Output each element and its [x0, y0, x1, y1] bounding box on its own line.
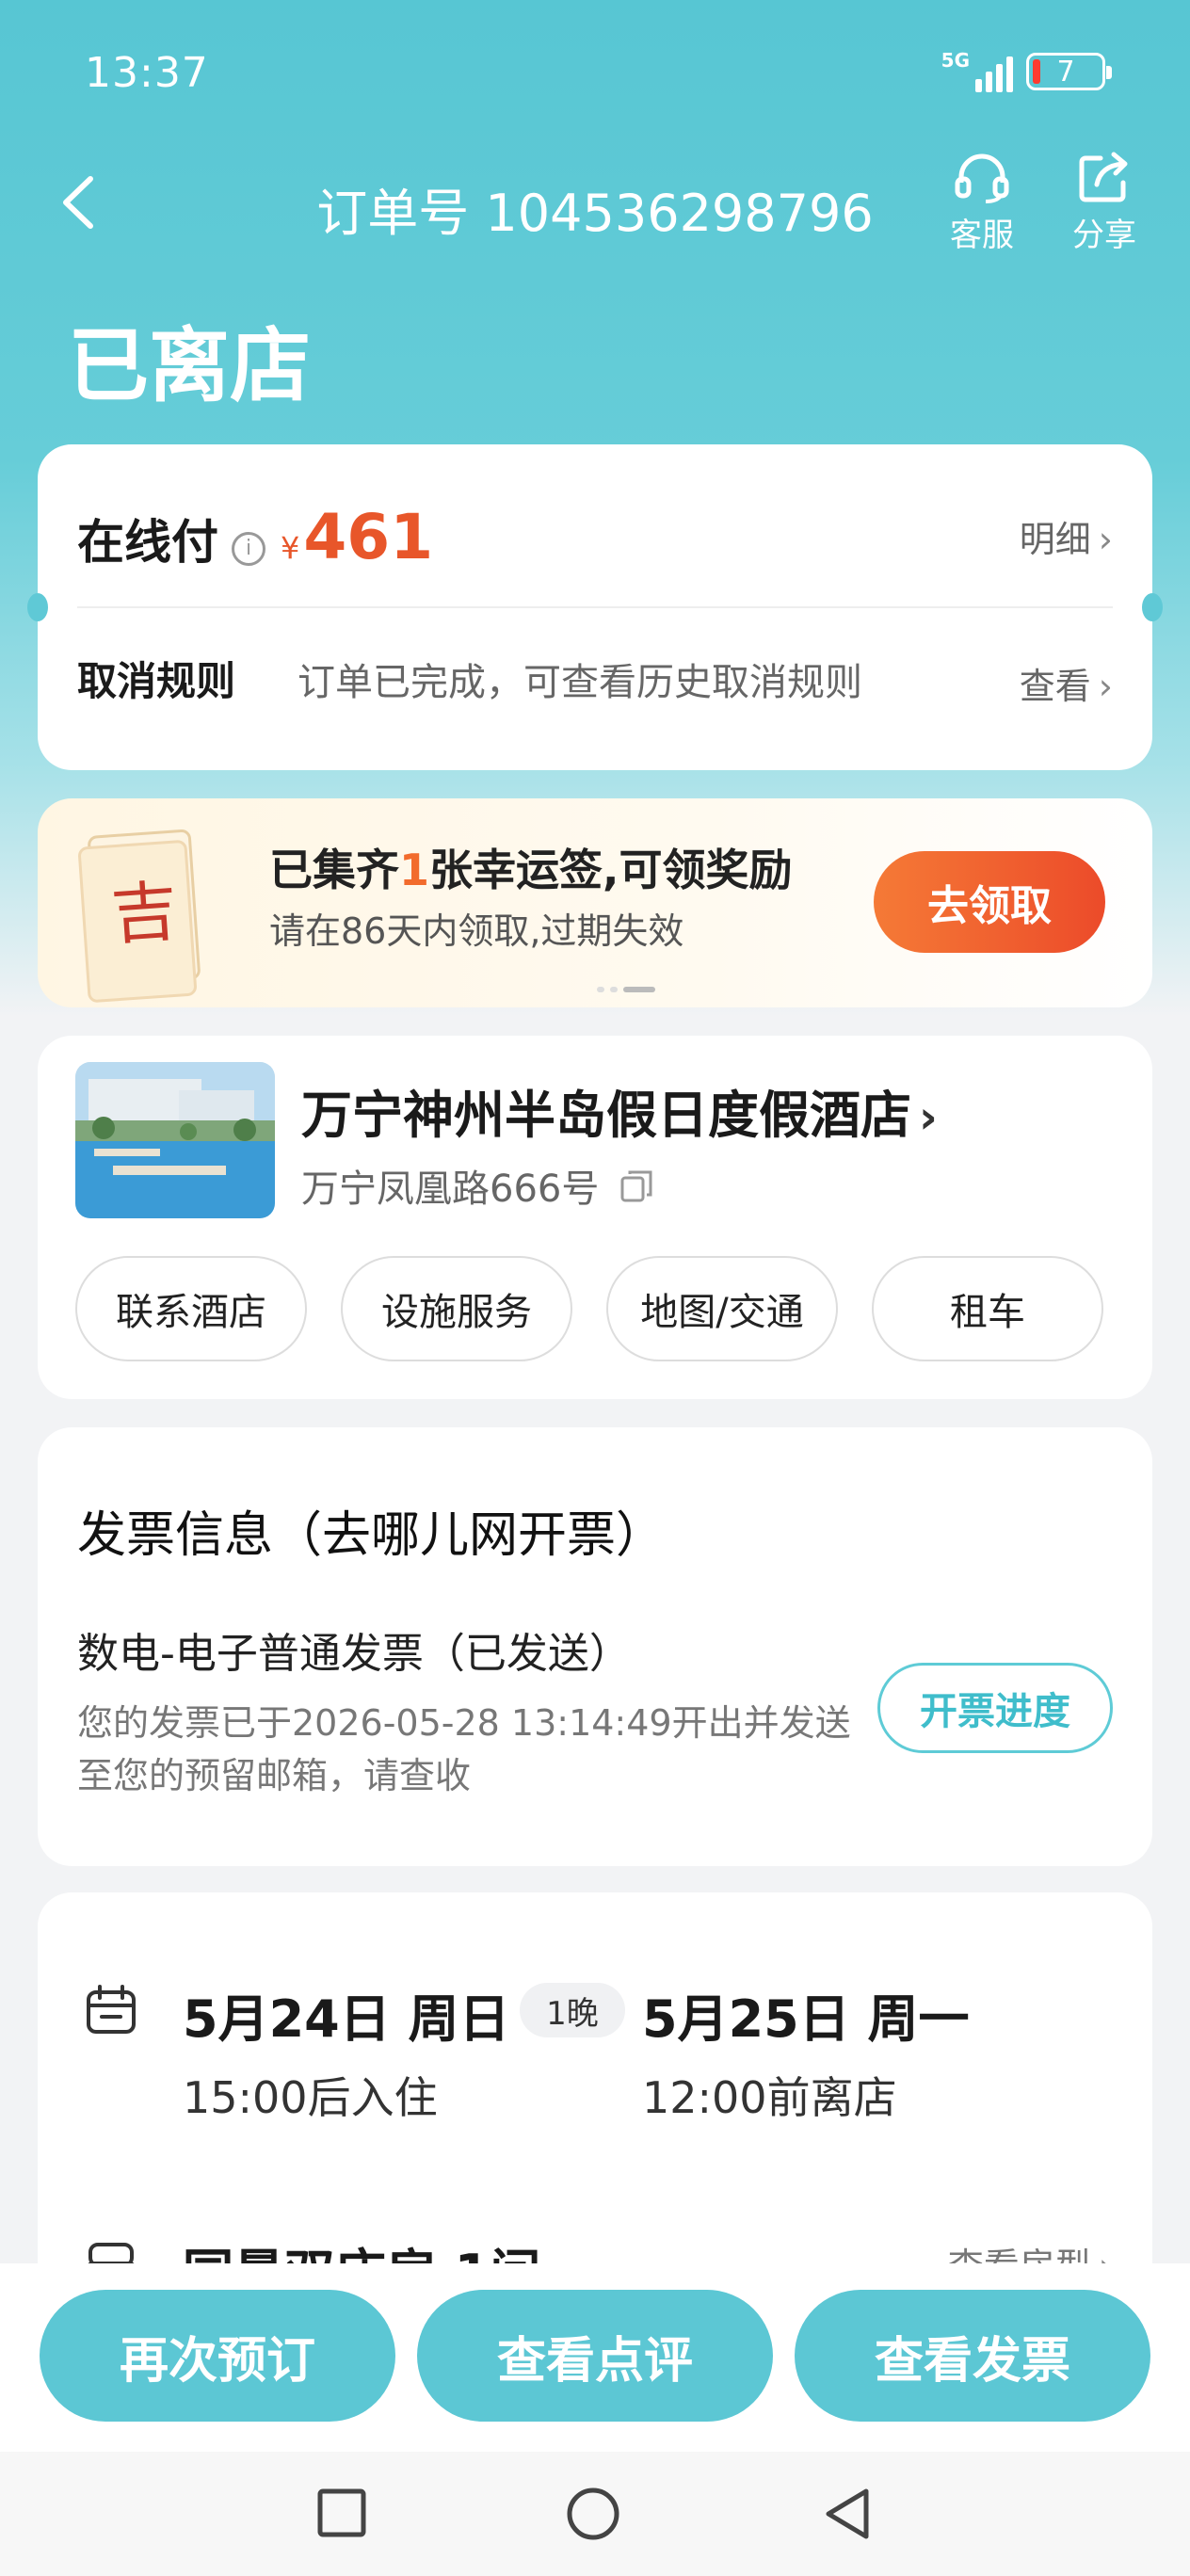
currency-symbol: ¥ [281, 530, 300, 566]
chevron-right-icon: › [919, 1091, 938, 1144]
cancel-rule-text: 订单已完成，可查看历史取消规则 [298, 661, 862, 704]
card-notch-left [27, 593, 48, 621]
checkin-time: 15:00后入住 [183, 2072, 438, 2123]
payment-amount: 461 [303, 501, 434, 573]
payment-row: 在线付 i ¥ 461 [77, 501, 433, 573]
recent-apps-icon[interactable] [316, 2487, 367, 2542]
signal-icon: 5G [941, 51, 1013, 92]
hotel-name[interactable]: 万宁神州半岛假日度假酒店 › [301, 1073, 938, 1148]
customer-service-button[interactable]: 客服 [930, 151, 1034, 255]
headset-icon [955, 153, 1009, 203]
chevron-right-icon: › [1098, 666, 1113, 707]
invoice-card: 发票信息（去哪儿网开票） 数电-电子普通发票（已发送） 您的发票已于2026-0… [38, 1427, 1152, 1866]
calendar-icon [85, 1983, 137, 2039]
system-navigation-bar [0, 2452, 1190, 2576]
info-icon[interactable]: i [232, 531, 265, 566]
payment-label: 在线付 [77, 515, 218, 570]
view-reviews-button[interactable]: 查看点评 [417, 2290, 773, 2422]
status-time: 13:37 [85, 49, 209, 97]
home-icon[interactable] [565, 2486, 621, 2546]
car-rental-button[interactable]: 租车 [872, 1256, 1103, 1361]
checkin-date: 5月24日 周日 [183, 1989, 510, 2049]
share-button[interactable]: 分享 [1053, 151, 1156, 255]
chevron-right-icon: › [1098, 519, 1113, 560]
status-icons: 5G 7 [941, 51, 1112, 92]
invoice-type: 数电-电子普通发票（已发送） [77, 1630, 631, 1678]
lucky-charm-icon: 吉 [87, 829, 201, 987]
bottom-action-bar: 再次预订 查看点评 查看发票 [0, 2263, 1190, 2452]
hotel-address: 万宁凤凰路666号 [301, 1158, 654, 1214]
view-cancel-rule-link[interactable]: 查看 › [1020, 657, 1113, 709]
invoice-progress-button[interactable]: 开票进度 [877, 1663, 1113, 1753]
checkout-date: 5月25日 周一 [642, 1989, 970, 2049]
banner-title: 已集齐1张幸运签,可领奖励 [269, 845, 793, 895]
claim-reward-button[interactable]: 去领取 [874, 851, 1105, 953]
page-title: 已离店 [68, 319, 311, 413]
checkout-time: 12:00前离店 [642, 2072, 897, 2123]
banner-subtitle: 请在86天内领取,过期失效 [269, 910, 684, 952]
map-transport-button[interactable]: 地图/交通 [606, 1256, 838, 1361]
detail-link[interactable]: 明细 › [1020, 510, 1113, 562]
view-invoice-button[interactable]: 查看发票 [795, 2290, 1150, 2422]
carousel-indicator [597, 987, 655, 992]
card-notch-right [1142, 593, 1163, 621]
facilities-button[interactable]: 设施服务 [341, 1256, 572, 1361]
copy-icon[interactable] [619, 1168, 654, 1214]
invoice-description: 您的发票已于2026-05-28 13:14:49开出并发送至您的预留邮箱，请查… [77, 1702, 851, 1796]
nights-badge: 1晚 [520, 1983, 625, 2037]
hotel-card: 万宁神州半岛假日度假酒店 › 万宁凤凰路666号 联系酒店 设施服务 地图/交通 … [38, 1036, 1152, 1399]
rebook-button[interactable]: 再次预订 [40, 2290, 395, 2422]
divider [77, 606, 1113, 608]
lucky-charm-banner[interactable]: 吉 已集齐1张幸运签,可领奖励 请在86天内领取,过期失效 去领取 [38, 798, 1152, 1007]
payment-card: 在线付 i ¥ 461 明细 › 取消规则 订单已完成，可查看历史取消规则 查看 › [27, 444, 1163, 770]
invoice-title: 发票信息（去哪儿网开票） [77, 1507, 666, 1564]
hotel-photo[interactable] [75, 1062, 275, 1218]
battery-icon: 7 [1026, 53, 1112, 90]
cancel-rule-label: 取消规则 [77, 658, 236, 704]
share-icon [1079, 152, 1128, 202]
contact-hotel-button[interactable]: 联系酒店 [75, 1256, 307, 1361]
back-nav-icon[interactable] [821, 2486, 874, 2546]
